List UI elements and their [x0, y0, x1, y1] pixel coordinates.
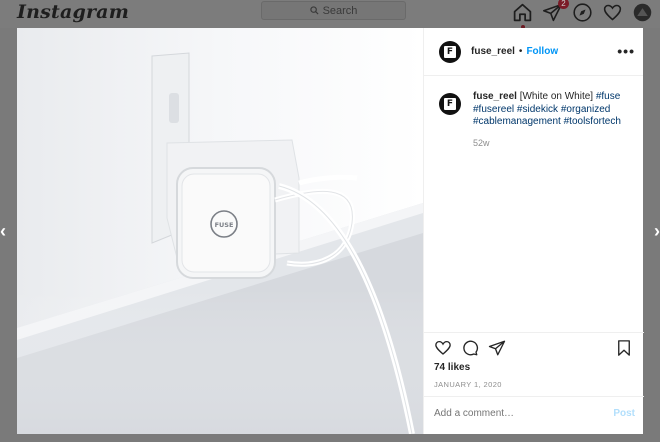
post-comment-button[interactable]: Post [613, 408, 635, 419]
likes-count[interactable]: 74 likes [434, 362, 470, 373]
search-placeholder: Search [322, 4, 358, 17]
caption: F fuse_reel [White on White] #fuse #fuse… [439, 91, 634, 149]
comment-input[interactable] [434, 408, 594, 419]
avatar[interactable]: F [439, 40, 461, 63]
hashtag-link[interactable]: #toolsfortech [564, 116, 621, 127]
share-icon[interactable] [488, 339, 506, 357]
photo-illustration: FUSE [17, 28, 423, 434]
comment-icon[interactable] [461, 339, 479, 357]
divider [424, 332, 644, 333]
more-options-icon[interactable]: ••• [617, 43, 635, 59]
notification-badge: 2 [558, 0, 569, 9]
chevron-right-icon[interactable]: › [654, 221, 660, 242]
direct-icon[interactable]: 2 [542, 0, 569, 23]
divider [424, 396, 644, 397]
hashtag-link[interactable]: #fusereel [473, 104, 514, 115]
hashtag-link[interactable]: #cablemanagement [473, 116, 561, 127]
home-icon[interactable] [512, 2, 533, 29]
search-box[interactable]: Search [261, 1, 406, 20]
post-header: F fuse_reel • Follow ••• [424, 28, 643, 76]
post-photo[interactable]: FUSE [17, 28, 423, 434]
separator-dot: • [518, 46, 523, 57]
profile-avatar[interactable] [632, 2, 653, 23]
caption-text: [White on White] [516, 91, 596, 102]
avatar[interactable]: F [439, 93, 461, 115]
post-modal: FUSE F fuse_reel • Follow ••• F fuse_ree… [17, 28, 644, 434]
heart-icon[interactable] [434, 339, 452, 357]
search-icon [309, 6, 319, 15]
instagram-logo[interactable]: Instagram [17, 1, 129, 23]
caption-age: 52w [473, 137, 490, 148]
top-nav: Instagram Search 2 [0, 0, 660, 29]
caption-username[interactable]: fuse_reel [473, 91, 517, 102]
hashtag-link[interactable]: #fuse [596, 91, 620, 102]
post-date: JANUARY 1, 2020 [434, 380, 502, 389]
bookmark-icon[interactable] [615, 339, 633, 357]
action-bar [434, 339, 506, 357]
username-link[interactable]: fuse_reel [471, 46, 515, 57]
hashtag-link[interactable]: #organized [561, 104, 610, 115]
heart-icon[interactable] [602, 2, 623, 23]
post-side-panel: F fuse_reel • Follow ••• F fuse_reel [Wh… [423, 28, 644, 434]
hashtag-link[interactable]: #sidekick [517, 104, 558, 115]
follow-button[interactable]: Follow [526, 46, 558, 57]
fuse-logo-text: FUSE [215, 221, 234, 229]
chevron-left-icon[interactable]: ‹ [0, 221, 6, 242]
explore-icon[interactable] [572, 2, 593, 23]
